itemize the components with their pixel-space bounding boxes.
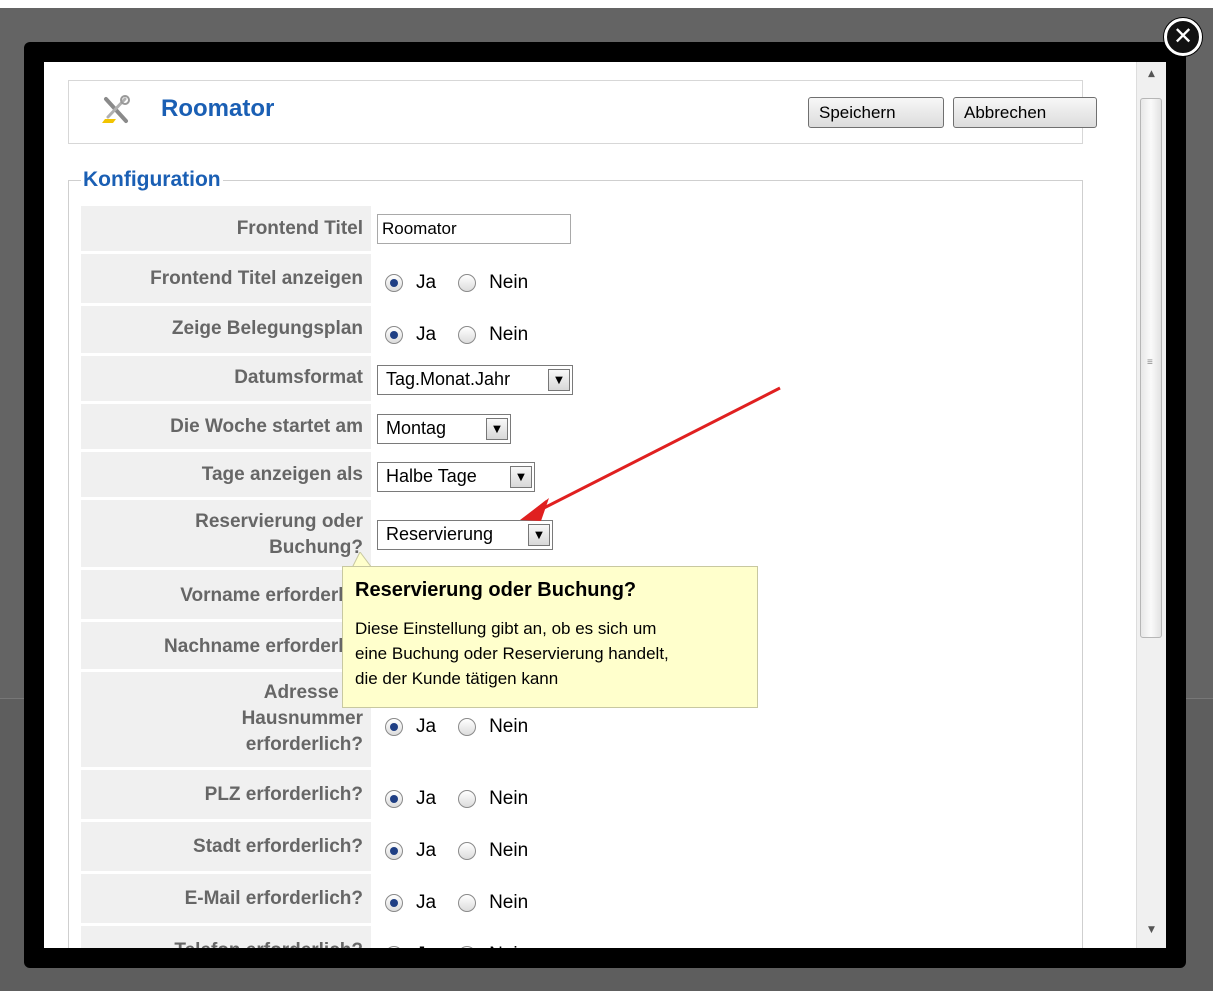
row-reservation: Reservierung oder Buchung? Reservierung … — [81, 500, 1071, 568]
radio-label-yes: Ja — [416, 892, 437, 913]
row-email: E-Mail erforderlich? Ja Nein — [81, 874, 1071, 924]
show-title-yes-radio[interactable] — [385, 274, 403, 292]
date-format-value: Tag.Monat.Jahr — [386, 369, 511, 389]
radio-label-yes: Ja — [416, 716, 437, 737]
tooltip-line-2: eine Buchung oder Reservierung handelt, — [355, 644, 669, 663]
modal-content: Roomator Speichern Abbrechen Konfigurati… — [44, 62, 1136, 948]
phone-radios: Ja Nein — [385, 944, 550, 948]
close-button[interactable]: ✕ — [1164, 18, 1202, 56]
address-no-radio[interactable] — [458, 718, 477, 736]
show-plan-no-radio[interactable] — [458, 326, 477, 344]
lastname-label: Nachname erforderlich — [81, 622, 371, 670]
chevron-down-icon: ▼ — [486, 418, 508, 440]
show-plan-yes-radio[interactable] — [385, 326, 403, 344]
firstname-label: Vorname erforderlich — [81, 570, 371, 620]
week-start-value: Montag — [386, 418, 447, 438]
chevron-down-icon: ▼ — [510, 466, 532, 488]
radio-label-yes: Ja — [416, 272, 437, 293]
zip-yes-radio[interactable] — [385, 790, 403, 808]
scroll-up-arrow[interactable]: ▲ — [1137, 64, 1166, 84]
close-icon: ✕ — [1172, 22, 1194, 50]
days-display-value: Halbe Tage — [386, 466, 477, 486]
save-button[interactable]: Speichern — [808, 97, 944, 128]
radio-label-no: Nein — [489, 788, 529, 809]
radio-label-no: Nein — [489, 840, 529, 861]
city-no-radio[interactable] — [458, 842, 477, 860]
frontend-title-input[interactable]: Roomator — [377, 214, 571, 244]
email-no-radio[interactable] — [458, 894, 477, 912]
reservation-select[interactable]: Reservierung ▼ — [377, 520, 553, 550]
row-show-title: Frontend Titel anzeigen Ja Nein — [81, 254, 1071, 304]
row-date-format: Datumsformat Tag.Monat.Jahr ▼ — [81, 356, 1071, 402]
header-toolbar: Roomator Speichern Abbrechen — [68, 80, 1097, 144]
days-display-select[interactable]: Halbe Tage ▼ — [377, 462, 535, 492]
show-title-no-radio[interactable] — [458, 274, 477, 292]
row-phone: Telefon erforderlich? Ja Nein — [81, 926, 1071, 948]
radio-label-yes: Ja — [416, 788, 437, 809]
address-yes-radio[interactable] — [385, 718, 403, 736]
tooltip-line-3: die der Kunde tätigen kann — [355, 669, 559, 688]
week-start-label: Die Woche startet am — [81, 404, 371, 450]
tooltip-title: Reservierung oder Buchung? — [355, 579, 637, 601]
address-radios: Ja Nein — [385, 716, 550, 738]
email-yes-radio[interactable] — [385, 894, 403, 912]
radio-label-no: Nein — [489, 944, 528, 948]
row-week-start: Die Woche startet am Montag ▼ — [81, 404, 1071, 450]
phone-no-radio[interactable] — [458, 946, 477, 948]
row-frontend-title: Frontend Titel Roomator — [81, 206, 1071, 252]
radio-label-no: Nein — [489, 892, 529, 913]
date-format-label: Datumsformat — [81, 356, 371, 402]
frontend-title-label: Frontend Titel — [81, 206, 371, 252]
chevron-down-icon: ▼ — [528, 524, 550, 546]
radio-label-yes: Ja — [416, 324, 437, 345]
radio-label-no: Nein — [489, 272, 529, 293]
show-title-label: Frontend Titel anzeigen — [81, 254, 371, 304]
reservation-value: Reservierung — [386, 524, 494, 544]
row-show-plan: Zeige Belegungsplan Ja Nein — [81, 306, 1071, 354]
scroll-grip-icon: ≡ — [1147, 357, 1153, 368]
zip-no-radio[interactable] — [458, 790, 477, 808]
address-label: Adresse ur Hausnummer erforderlich? — [81, 672, 371, 768]
zip-radios: Ja Nein — [385, 788, 550, 810]
vertical-scrollbar[interactable]: ▲ ≡ ▼ — [1136, 62, 1166, 948]
date-format-select[interactable]: Tag.Monat.Jahr ▼ — [377, 365, 573, 395]
radio-label-no: Nein — [489, 324, 529, 345]
scroll-down-arrow[interactable]: ▼ — [1137, 920, 1166, 940]
city-yes-radio[interactable] — [385, 842, 403, 860]
show-plan-radios: Ja Nein — [385, 324, 550, 346]
days-display-label: Tage anzeigen als — [81, 452, 371, 498]
row-zip: PLZ erforderlich? Ja Nein — [81, 770, 1071, 820]
section-legend: Konfiguration — [81, 168, 223, 192]
show-plan-label: Zeige Belegungsplan — [81, 306, 371, 354]
tools-icon — [102, 95, 130, 123]
email-radios: Ja Nein — [385, 892, 550, 914]
radio-label-yes: Ja — [416, 944, 436, 948]
tooltip-line-1: Diese Einstellung gibt an, ob es sich um — [355, 619, 657, 638]
zip-label: PLZ erforderlich? — [81, 770, 371, 820]
page-top-strip — [0, 0, 1213, 8]
week-start-select[interactable]: Montag ▼ — [377, 414, 511, 444]
app-title: Roomator — [161, 95, 275, 122]
row-days-display: Tage anzeigen als Halbe Tage ▼ — [81, 452, 1071, 498]
phone-yes-radio[interactable] — [385, 946, 403, 948]
scroll-thumb[interactable]: ≡ — [1140, 98, 1162, 638]
email-label: E-Mail erforderlich? — [81, 874, 371, 924]
city-radios: Ja Nein — [385, 840, 550, 862]
radio-label-no: Nein — [489, 716, 529, 737]
cancel-button[interactable]: Abbrechen — [953, 97, 1097, 128]
help-tooltip: Reservierung oder Buchung? Diese Einstel… — [342, 566, 758, 708]
radio-label-yes: Ja — [416, 840, 437, 861]
reservation-label: Reservierung oder Buchung? — [81, 500, 371, 568]
phone-label: Telefon erforderlich? — [81, 926, 371, 948]
chevron-down-icon: ▼ — [548, 369, 570, 391]
row-city: Stadt erforderlich? Ja Nein — [81, 822, 1071, 872]
show-title-radios: Ja Nein — [385, 272, 550, 294]
city-label: Stadt erforderlich? — [81, 822, 371, 872]
